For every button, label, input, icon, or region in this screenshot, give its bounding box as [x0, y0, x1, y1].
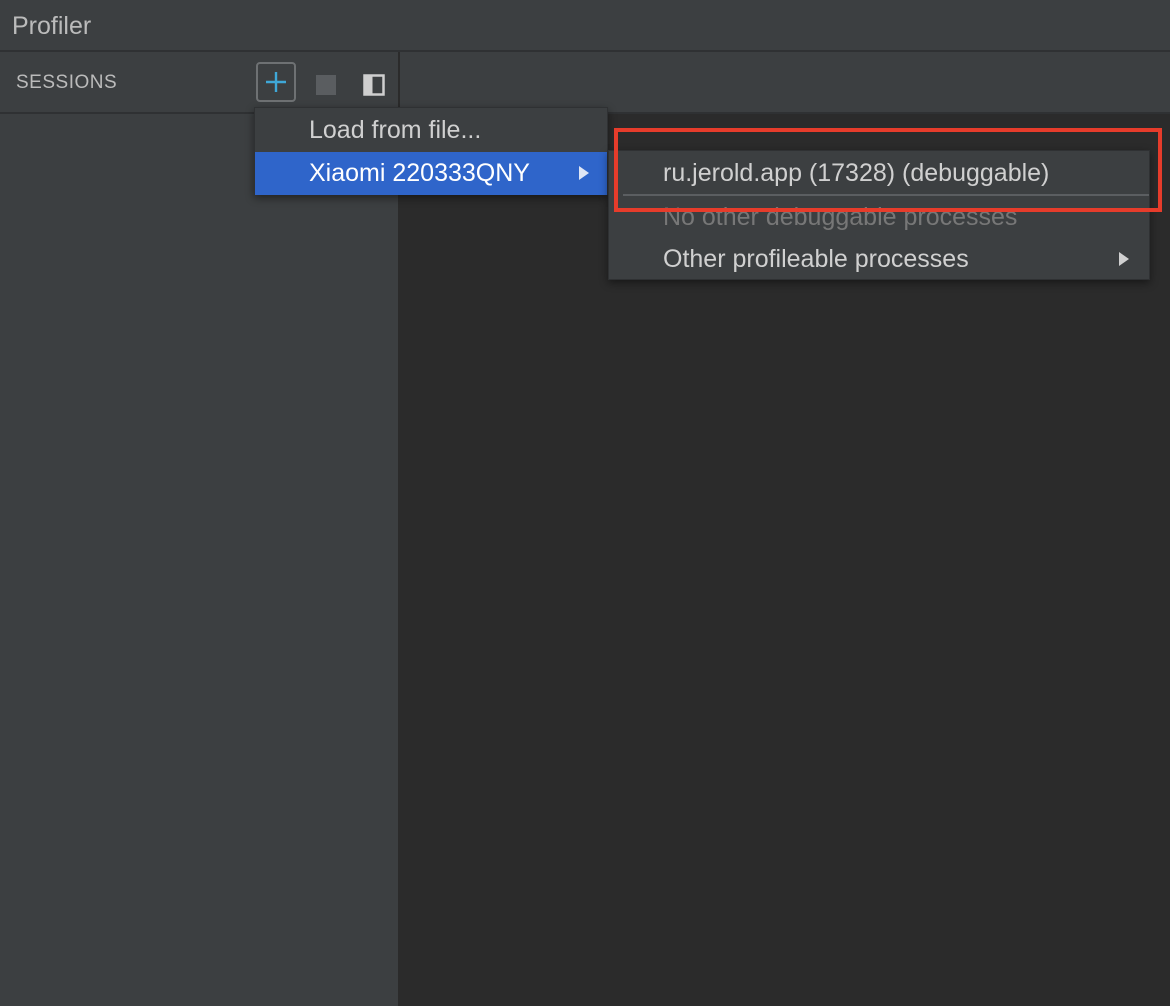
menu-item-label: No other debuggable processes: [663, 203, 1018, 231]
menu-item-label: ru.jerold.app (17328) (debuggable): [663, 159, 1050, 187]
new-session-menu: Load from file... Xiaomi 220333QNY: [254, 107, 608, 195]
menu-item-other-profileable[interactable]: Other profileable processes: [609, 238, 1149, 280]
plus-icon: [266, 72, 286, 92]
panel-layout-icon: [363, 74, 385, 96]
menu-item-no-other-debuggable: No other debuggable processes: [609, 196, 1149, 238]
menu-item-load-from-file[interactable]: Load from file...: [255, 109, 607, 152]
menu-item-device[interactable]: Xiaomi 220333QNY: [255, 152, 607, 195]
main-toolbar: [400, 52, 1170, 114]
title-bar: Profiler: [0, 0, 1170, 52]
sessions-label: SESSIONS: [16, 72, 118, 93]
window-title: Profiler: [12, 12, 92, 40]
chevron-right-icon: [579, 166, 589, 180]
menu-item-label: Xiaomi 220333QNY: [309, 159, 530, 187]
menu-item-process[interactable]: ru.jerold.app (17328) (debuggable): [609, 152, 1149, 194]
menu-item-label: Load from file...: [309, 116, 482, 144]
toggle-panel-button[interactable]: [361, 72, 387, 98]
profiler-window: Profiler SESSIONS Load from file... Xiao…: [0, 0, 1170, 1006]
chevron-right-icon: [1119, 252, 1129, 266]
add-session-button[interactable]: [256, 62, 296, 102]
sessions-panel: SESSIONS: [0, 52, 398, 1006]
process-submenu: ru.jerold.app (17328) (debuggable) No ot…: [608, 150, 1150, 280]
stop-session-button[interactable]: [313, 72, 339, 98]
sessions-header: SESSIONS: [0, 52, 398, 114]
stop-icon: [316, 75, 336, 95]
menu-item-label: Other profileable processes: [663, 245, 969, 273]
